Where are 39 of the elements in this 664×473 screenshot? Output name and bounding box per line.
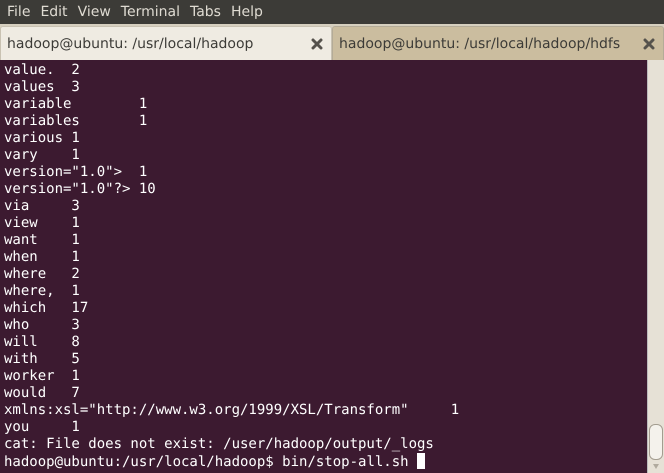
terminal-output-line: you 1 xyxy=(4,419,81,436)
close-icon[interactable] xyxy=(311,38,323,50)
text-cursor xyxy=(416,453,425,469)
terminal-output-line: value. 2 xyxy=(4,62,81,79)
close-icon[interactable] xyxy=(643,38,655,50)
scrollbar[interactable] xyxy=(647,60,664,473)
terminal-output-line: cat: File does not exist: /user/hadoop/output/_logs xyxy=(4,436,435,453)
terminal-output-line: version="1.0"?> 10 xyxy=(4,181,157,198)
menu-item[interactable]: View xyxy=(72,4,116,20)
typed-command: bin/stop-all.sh xyxy=(282,454,409,470)
menu-item[interactable]: Help xyxy=(226,4,268,20)
terminal-output-line: various 1 xyxy=(4,130,81,147)
terminal-output-line: will 8 xyxy=(4,334,81,351)
terminal-output-line: when 1 xyxy=(4,249,81,266)
terminal-output-line: want 1 xyxy=(4,232,81,249)
shell-prompt: hadoop@ubuntu:/usr/local/hadoop$ xyxy=(4,454,274,470)
terminal-output-line: variable 1 xyxy=(4,96,148,113)
terminal-tab[interactable]: hadoop@ubuntu: /usr/local/hadoop/hdfs xyxy=(332,26,664,60)
scrollbar-thumb[interactable] xyxy=(649,424,663,460)
terminal-output-line: values 3 xyxy=(4,79,81,96)
terminal-output-line: view 1 xyxy=(4,215,81,232)
terminal-tab[interactable]: hadoop@ubuntu: /usr/local/hadoop xyxy=(0,26,332,60)
terminal-output-line: vary 1 xyxy=(4,147,81,164)
terminal-output-line: which 17 xyxy=(4,300,90,317)
terminal-output-line: variables 1 xyxy=(4,113,148,130)
menu-item[interactable]: File xyxy=(2,4,36,20)
terminal-output-line: version="1.0"> 1 xyxy=(4,164,148,181)
terminal-output-line: where 2 xyxy=(4,266,81,283)
menu-item[interactable]: Tabs xyxy=(184,4,226,20)
scroll-down-icon[interactable] xyxy=(653,464,659,469)
terminal-output-line: via 3 xyxy=(4,198,81,215)
menu-item[interactable]: Terminal xyxy=(116,4,185,20)
terminal-output-line: who 3 xyxy=(4,317,81,334)
menu-item[interactable]: Edit xyxy=(35,4,73,20)
terminal-output-line: worker 1 xyxy=(4,368,81,385)
terminal-output-line: xmlns:xsl="http://www.w3.org/1999/XSL/Transform" 1 xyxy=(4,402,460,419)
terminal-output-line: with 5 xyxy=(4,351,81,368)
terminal-output-line: would 7 xyxy=(4,385,81,402)
terminal-output-line: where, 1 xyxy=(4,283,81,300)
